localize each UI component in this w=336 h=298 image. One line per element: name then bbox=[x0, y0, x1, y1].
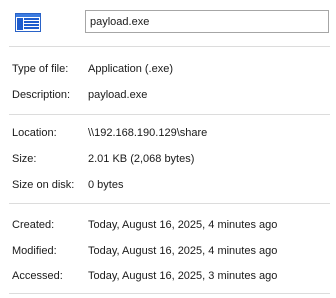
type-of-file-value: Application (.exe) bbox=[88, 63, 173, 75]
size-on-disk-value: 0 bytes bbox=[88, 179, 124, 191]
modified-label: Modified: bbox=[12, 245, 57, 257]
divider bbox=[9, 46, 330, 47]
file-name-field[interactable] bbox=[85, 10, 329, 33]
size-on-disk-label: Size on disk: bbox=[12, 179, 75, 191]
size-value: 2.01 KB (2,068 bytes) bbox=[88, 153, 195, 165]
accessed-value: Today, August 16, 2025, 3 minutes ago bbox=[88, 270, 278, 282]
location-label: Location: bbox=[12, 127, 57, 139]
divider bbox=[9, 114, 330, 115]
location-value: \\192.168.190.129\share bbox=[88, 127, 208, 139]
divider bbox=[9, 293, 330, 294]
description-label: Description: bbox=[12, 89, 71, 101]
accessed-label: Accessed: bbox=[12, 270, 63, 282]
created-label: Created: bbox=[12, 219, 55, 231]
description-value: payload.exe bbox=[88, 89, 148, 101]
size-label: Size: bbox=[12, 153, 37, 165]
created-value: Today, August 16, 2025, 4 minutes ago bbox=[88, 219, 278, 231]
application-window-icon bbox=[15, 13, 41, 32]
divider bbox=[9, 203, 330, 204]
modified-value: Today, August 16, 2025, 4 minutes ago bbox=[88, 245, 278, 257]
type-of-file-label: Type of file: bbox=[12, 63, 69, 75]
